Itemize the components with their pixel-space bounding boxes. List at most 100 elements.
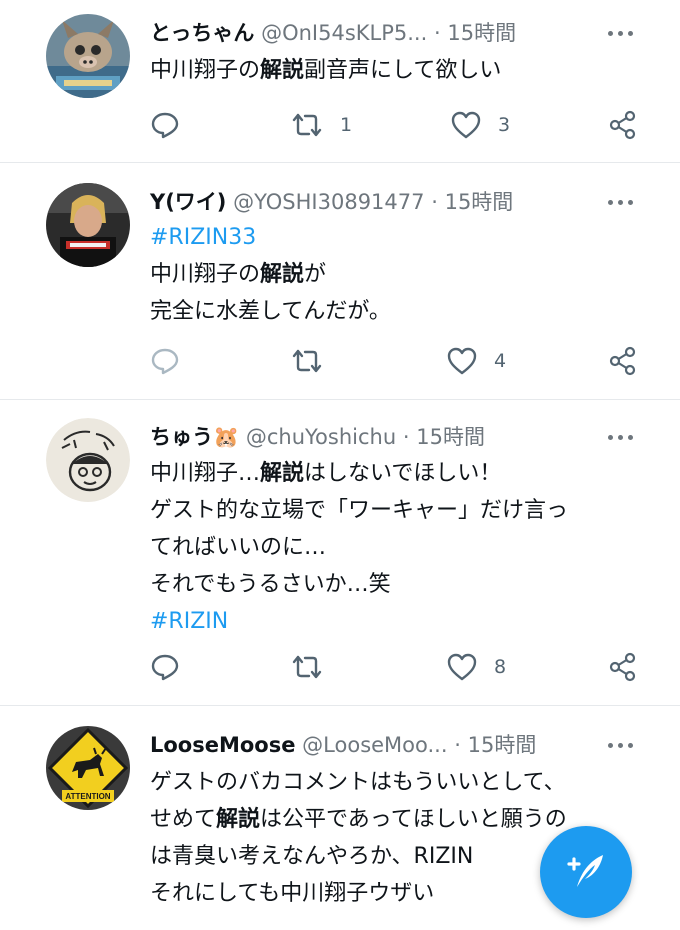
separator-dot: · [454,733,461,757]
text-run: 完全に水差してんだが。 [150,299,391,324]
retweet-button[interactable] [290,341,324,381]
tweet-text: #RIZIN33 中川翔子の解説が 完全に水差してんだが。 [150,219,650,330]
tweet-line: 完全に水差してんだが。 [150,293,650,330]
text-run: は青臭い考えなんやろか、RIZIN [150,844,474,869]
tweet-line: #RIZIN33 [150,219,650,256]
tweet[interactable]: とっちゃん @OnI54sKLP5... · 15時間 中川翔子の解説副音声にし… [0,0,680,163]
text-run: 中川翔子の [150,58,261,83]
hashtag-link[interactable]: #RIZIN33 [150,225,256,250]
avatar[interactable] [46,183,130,267]
tweet-line: #RIZIN [150,603,650,640]
avatar[interactable] [46,418,130,502]
reply-icon [151,348,179,375]
tweet-actions: 4 [150,341,650,381]
text-run: 副音声にして欲しい [304,58,502,83]
reply-icon [151,112,179,139]
share-icon [609,652,636,682]
reply-icon [151,654,179,681]
like-button[interactable]: 8 [446,647,506,687]
highlighted-keyword: 解説 [260,58,305,83]
avatar[interactable]: ATTENTION [46,726,130,810]
user-handle[interactable]: @OnI54sKLP5... [261,21,427,45]
heart-icon [447,347,477,375]
retweet-icon [292,113,322,137]
display-name[interactable]: とっちゃん [150,21,254,45]
tweet-line: それでもうるさいか…笑 [150,566,650,603]
share-button[interactable] [608,341,638,381]
tweet-text: 中川翔子…解説はしないでほしい！ ゲスト的な立場で「ワーキャー」だけ言っ てれば… [150,455,650,640]
hamster-emoji-icon: 🐹 [213,425,240,449]
display-name[interactable]: ちゅう [150,425,213,449]
compose-tweet-icon [567,855,603,887]
tweet-line: 中川翔子…解説はしないでほしい！ [150,455,650,492]
retweet-button[interactable] [290,647,324,687]
tweet-line: 中川翔子の解説が [150,256,650,293]
tweet-header: ちゅう🐹 @chuYoshichu · 15時間 [150,420,680,454]
share-button[interactable] [608,105,638,145]
tweet-line: ゲストのバカコメントはもういいとして、 [150,764,650,801]
share-button[interactable] [608,647,638,687]
retweet-icon [292,655,322,679]
highlighted-keyword: 解説 [260,461,305,486]
hashtag-link[interactable]: #RIZIN [150,609,228,634]
attention-sign-text: ATTENTION [65,792,110,801]
text-run: それでもうるさいか…笑 [150,572,391,597]
timeline-feed: とっちゃん @OnI54sKLP5... · 15時間 中川翔子の解説副音声にし… [0,0,680,930]
timestamp[interactable]: 15時間 [416,425,485,449]
more-options-button[interactable] [606,420,636,454]
heart-icon [447,653,477,681]
tweet-header: とっちゃん @OnI54sKLP5... · 15時間 [150,16,680,50]
tweet[interactable]: Y(ワイ) @YOSHI30891477 · 15時間 #RIZIN33 中川翔… [0,163,680,400]
tweet[interactable]: ちゅう🐹 @chuYoshichu · 15時間 中川翔子…解説はしないでほしい… [0,400,680,706]
compose-tweet-button[interactable] [540,826,632,918]
separator-dot: · [433,21,441,45]
timestamp[interactable]: 15時間 [447,21,516,45]
tweet-actions: 8 [150,647,650,687]
like-button[interactable]: 3 [450,105,510,145]
more-options-button[interactable] [606,185,636,219]
tweet-header: LooseMoose @LooseMoo... · 15時間 [150,728,680,762]
display-name[interactable]: LooseMoose [150,733,295,757]
tweet-line: ゲスト的な立場で「ワーキャー」だけ言っ [150,492,650,529]
timestamp[interactable]: 15時間 [445,190,514,214]
user-handle[interactable]: @YOSHI30891477 [233,190,424,214]
tweet-text: 中川翔子の解説副音声にして欲しい [150,52,650,89]
retweet-icon [292,349,322,373]
highlighted-keyword: 解説 [260,262,305,287]
reply-button[interactable] [150,341,180,381]
avatar[interactable] [46,14,130,98]
separator-dot: · [431,190,438,214]
like-count: 8 [494,656,507,678]
text-run: せめて [150,807,217,832]
timestamp[interactable]: 15時間 [468,733,537,757]
text-run: 中川翔子… [150,461,261,486]
retweet-button[interactable]: 1 [290,105,352,145]
tweet-line: 中川翔子の解説副音声にして欲しい [150,52,650,89]
text-run: ゲストのバカコメントはもういいとして、 [150,770,566,795]
share-icon [609,346,636,376]
heart-icon [451,111,481,139]
reply-button[interactable] [150,647,180,687]
user-handle[interactable]: @LooseMoo... [302,733,447,757]
tweet-line: てればいいのに… [150,529,650,566]
text-run: てればいいのに… [150,535,327,560]
separator-dot: · [402,425,410,449]
like-button[interactable]: 4 [446,341,506,381]
text-run: 中川翔子の [150,262,261,287]
more-options-button[interactable] [606,728,636,762]
like-count: 4 [494,350,507,372]
retweet-count: 1 [340,114,353,136]
share-icon [609,110,636,140]
text-run: はしないでほしい！ [304,461,502,486]
text-run: は公平であってほしいと願うの [260,807,567,832]
display-name[interactable]: Y(ワイ) [150,190,226,214]
user-handle[interactable]: @chuYoshichu [246,425,396,449]
text-run: それにしても中川翔子ウザい [150,881,435,906]
reply-button[interactable] [150,105,180,145]
like-count: 3 [498,114,511,136]
tweet-header: Y(ワイ) @YOSHI30891477 · 15時間 [150,185,680,219]
more-options-button[interactable] [606,16,636,50]
tweet-actions: 1 3 [150,105,650,145]
highlighted-keyword: 解説 [216,807,261,832]
text-run: が [304,262,327,287]
